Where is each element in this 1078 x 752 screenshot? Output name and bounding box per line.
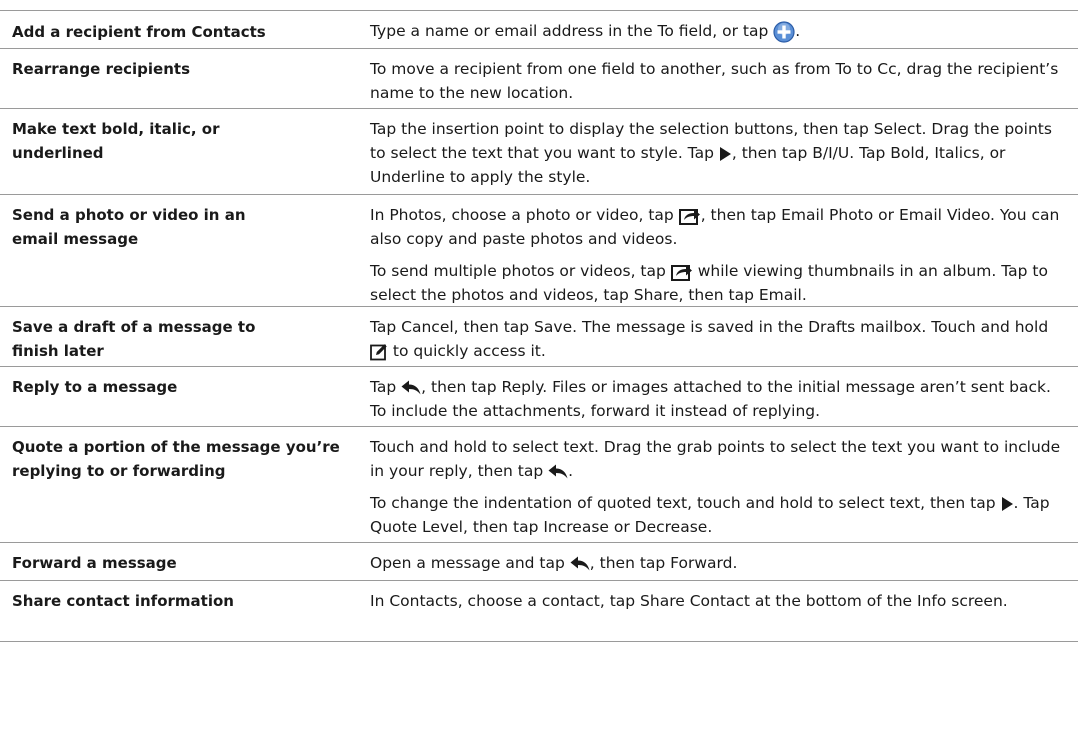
row-task: Save a draft of a message to finish late… [12,318,256,360]
description-text: To move a recipient from one field to an… [370,60,1059,102]
description-text: To send multiple photos or videos, tap [370,262,671,280]
share-icon [678,207,701,225]
table-row: Rearrange recipients To move a recipient… [0,48,1078,109]
table-row: Save a draft of a message to finish late… [0,306,1078,367]
description-text: Tap [370,378,402,396]
description-text: . [568,462,574,480]
description-text: In Photos, choose a photo or video, tap [370,206,679,224]
row-description: In Photos, choose a photo or video, tap … [370,203,1070,307]
table-row: Quote a portion of the message you’re re… [0,426,1078,543]
table-row: Send a photo or video in an email messag… [0,194,1078,307]
row-task: Share contact information [12,592,234,610]
description-text: In Contacts, choose a contact, tap Share… [370,592,1008,610]
description-paragraph: In Contacts, choose a contact, tap Share… [370,589,1070,613]
reply-icon [570,556,590,571]
table-row: Add a recipient from Contacts Type a nam… [0,10,1078,49]
reply-icon [401,380,421,395]
play-icon [1001,496,1014,512]
description-text: . [795,22,801,40]
row-description: Tap Cancel, then tap Save. The message i… [370,315,1070,363]
description-paragraph: Open a message and tap , then tap Forwar… [370,551,1070,575]
table-row: Reply to a message Tap , then tap Reply.… [0,366,1078,427]
row-task: Reply to a message [12,378,178,396]
row-description: In Contacts, choose a contact, tap Share… [370,589,1070,613]
description-text: Touch and hold to select text. Drag the … [370,438,1061,480]
row-task: Rearrange recipients [12,60,191,78]
row-task: Add a recipient from Contacts [12,23,266,41]
row-description: Open a message and tap , then tap Forwar… [370,551,1070,575]
description-paragraph: Tap , then tap Reply. Files or images at… [370,375,1070,423]
row-description: To move a recipient from one field to an… [370,57,1070,105]
row-description: Type a name or email address in the To f… [370,19,1070,43]
row-task: Forward a message [12,554,177,572]
row-description: Tap , then tap Reply. Files or images at… [370,375,1070,423]
reply-icon [548,464,568,479]
add-icon [773,20,795,43]
row-task: Quote a portion of the message you’re re… [12,438,340,480]
row-task: Send a photo or video in an email messag… [12,206,246,248]
compose-icon [370,343,388,361]
description-text: to quickly access it. [388,342,546,360]
description-text: Type a name or email address in the To f… [370,22,774,40]
description-paragraph: To send multiple photos or videos, tap w… [370,259,1070,307]
row-task: Make text bold, italic, or underlined [12,120,220,162]
description-paragraph: Type a name or email address in the To f… [370,19,1070,43]
description-text: , then tap Forward. [589,554,738,572]
description-paragraph: Tap Cancel, then tap Save. The message i… [370,315,1070,363]
table-row: Make text bold, italic, or underlined Ta… [0,108,1078,195]
row-description: Tap the insertion point to display the s… [370,117,1070,189]
description-paragraph: To change the indentation of quoted text… [370,491,1070,539]
description-paragraph: In Photos, choose a photo or video, tap … [370,203,1070,251]
play-icon [719,146,732,162]
description-text: To change the indentation of quoted text… [370,494,1001,512]
description-text: , then tap Reply. Files or images attach… [370,378,1051,420]
share-icon [670,263,693,281]
description-paragraph: Tap the insertion point to display the s… [370,117,1070,189]
row-description: Touch and hold to select text. Drag the … [370,435,1070,539]
description-paragraph: Touch and hold to select text. Drag the … [370,435,1070,483]
description-text: Tap Cancel, then tap Save. The message i… [370,318,1049,336]
description-paragraph: To move a recipient from one field to an… [370,57,1070,105]
table-row: Forward a message Open a message and tap… [0,542,1078,581]
table-row: Share contact information In Contacts, c… [0,580,1078,642]
description-text: Open a message and tap [370,554,570,572]
